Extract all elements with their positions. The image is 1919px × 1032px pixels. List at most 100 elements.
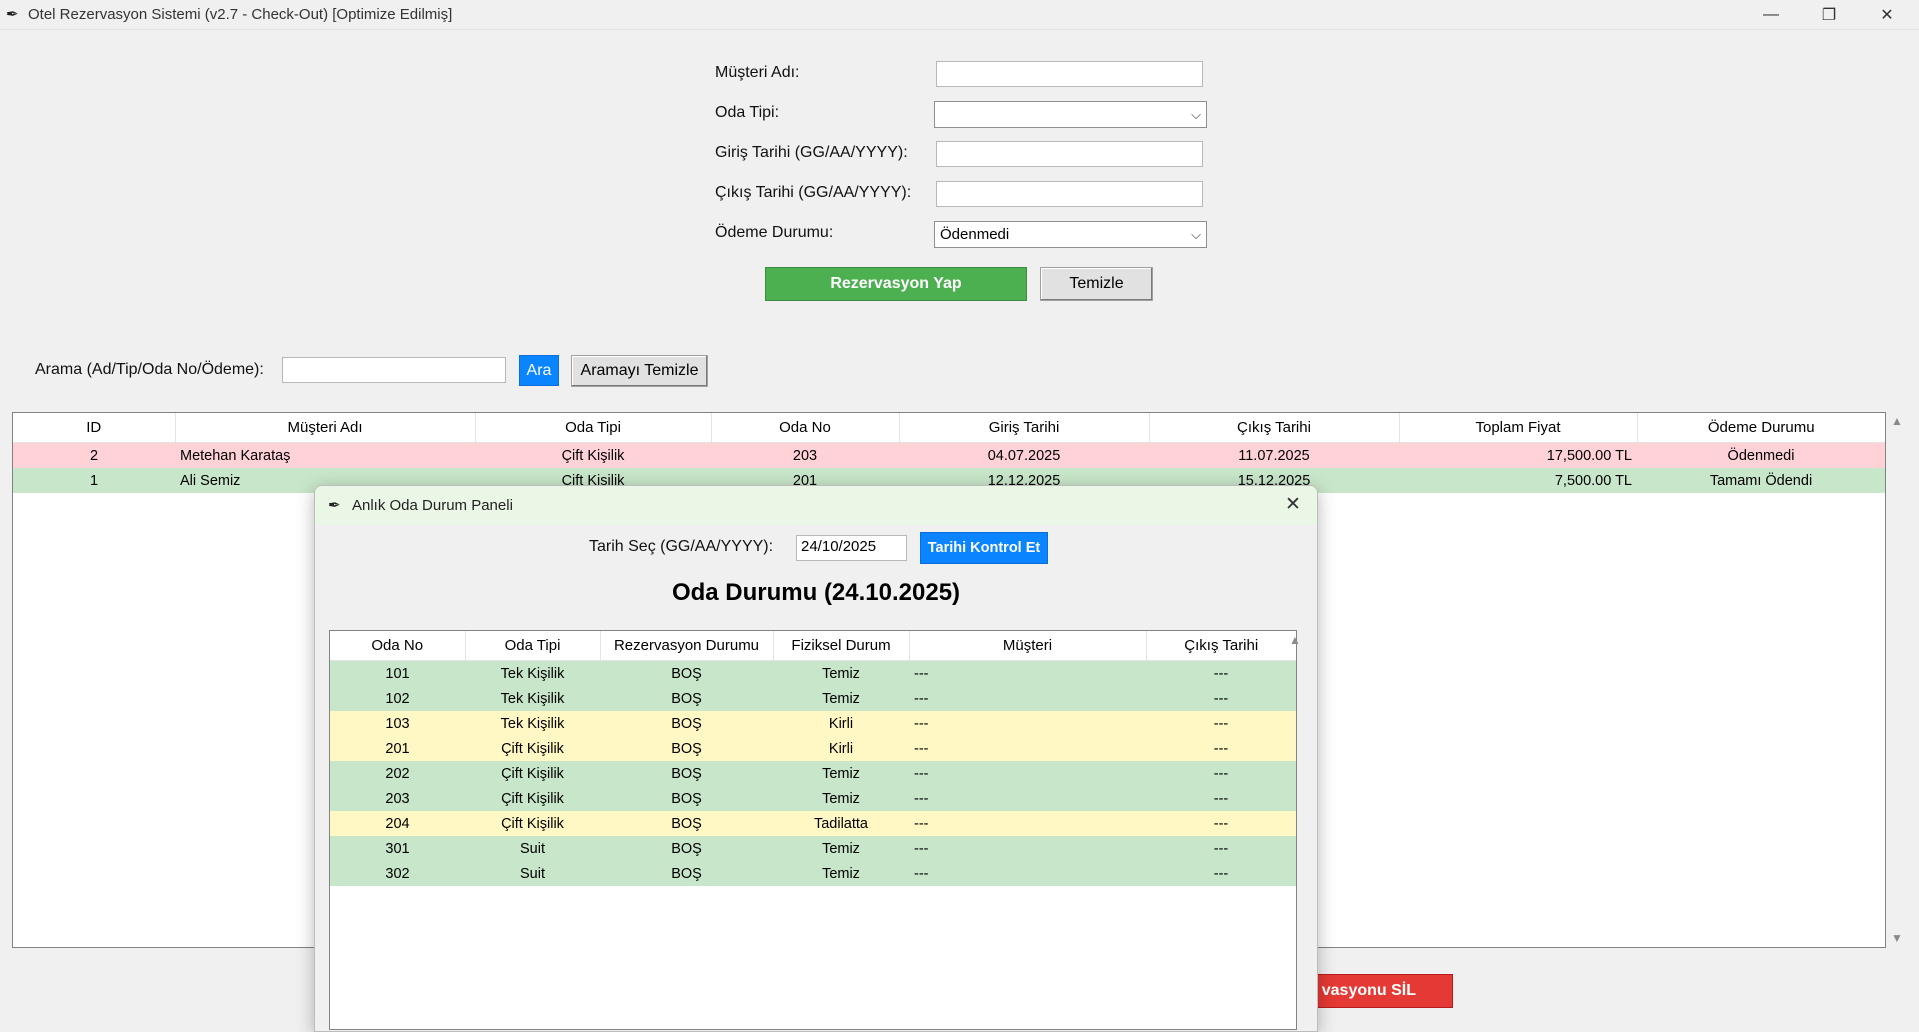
cell-checkout: --- [1213, 690, 1229, 707]
cell-room-no: 301 [385, 840, 410, 857]
room-status-row[interactable]: 204 Çift Kişilik BOŞ Tadilatta --- --- [330, 811, 1296, 836]
cell-physical-status: Temiz [822, 665, 860, 682]
dialog-close-icon[interactable]: ✕ [1285, 493, 1301, 516]
room-status-row[interactable]: 202 Çift Kişilik BOŞ Temiz --- --- [330, 761, 1296, 786]
cell-reservation-status: BOŞ [671, 715, 702, 732]
cell-reservation-status: BOŞ [671, 840, 702, 857]
column-header[interactable]: Müşteri Adı [175, 413, 476, 443]
cell-reservation-status: BOŞ [671, 665, 702, 682]
cell-room-type: Tek Kişilik [500, 715, 565, 732]
cell-room-type: Çift Kişilik [501, 815, 564, 832]
column-header[interactable]: Rezervasyon Durumu [600, 631, 774, 661]
room-status-table: Oda No Oda Tipi Rezervasyon Durumu Fizik… [330, 631, 1296, 886]
cell-customer: --- [914, 765, 929, 782]
cell-room-no: 102 [385, 690, 410, 707]
checkout-date-label: Çıkış Tarihi (GG/AA/YYYY): [715, 184, 912, 201]
minimize-button[interactable]: — [1742, 0, 1800, 29]
cell-reservation-status: BOŞ [671, 790, 702, 807]
room-status-row[interactable]: 302 Suit BOŞ Temiz --- --- [330, 861, 1296, 886]
cell-physical-status: Temiz [822, 765, 860, 782]
close-window-button[interactable]: ✕ [1858, 0, 1916, 29]
chevron-down-icon: ⌵ [1191, 106, 1201, 122]
column-header[interactable]: Ödeme Durumu [1637, 413, 1885, 443]
room-status-row[interactable]: 301 Suit BOŞ Temiz --- --- [330, 836, 1296, 861]
cell-physical-status: Kirli [828, 715, 854, 732]
column-header[interactable]: Çıkış Tarihi [1149, 413, 1400, 443]
dialog-titlebar: ✒ Anlık Oda Durum Paneli ✕ [315, 486, 1317, 525]
cell-checkout: --- [1213, 790, 1229, 807]
cell-customer: --- [914, 740, 929, 757]
room-status-dialog: ✒ Anlık Oda Durum Paneli ✕ Tarih Seç (GG… [314, 485, 1318, 1032]
room-status-table-frame: Oda No Oda Tipi Rezervasyon Durumu Fizik… [329, 630, 1297, 1030]
clear-form-button[interactable]: Temizle [1040, 267, 1153, 301]
cell-payment: Ödenmedi [1727, 447, 1795, 464]
cell-customer: --- [914, 790, 929, 807]
column-header[interactable]: Toplam Fiyat [1399, 413, 1638, 443]
search-button[interactable]: Ara [519, 355, 559, 386]
room-status-row[interactable]: 201 Çift Kişilik BOŞ Kirli --- --- [330, 736, 1296, 761]
column-header[interactable]: Oda No [711, 413, 900, 443]
scroll-up-arrow-icon[interactable]: ▲ [1289, 633, 1301, 647]
cell-room-type: Tek Kişilik [500, 665, 565, 682]
cell-customer: --- [914, 865, 929, 882]
column-header[interactable]: Oda Tipi [475, 413, 712, 443]
cell-room-no: 201 [385, 740, 410, 757]
cell-room-no: 203 [792, 447, 818, 464]
cell-checkin: 04.07.2025 [987, 447, 1061, 464]
maximize-button[interactable]: ❐ [1800, 0, 1858, 29]
cell-room-no: 204 [385, 815, 410, 832]
cell-room-type: Çift Kişilik [561, 447, 625, 464]
column-header[interactable]: Çıkış Tarihi [1146, 631, 1296, 661]
room-status-row[interactable]: 102 Tek Kişilik BOŞ Temiz --- --- [330, 686, 1296, 711]
room-type-select[interactable]: ⌵ [934, 101, 1207, 128]
scroll-down-arrow-icon[interactable]: ▼ [1891, 931, 1903, 945]
cell-checkout: --- [1213, 740, 1229, 757]
reservations-table: ID Müşteri Adı Oda Tipi Oda No Giriş Tar… [13, 413, 1885, 493]
cell-checkout: --- [1213, 815, 1229, 832]
reservation-row[interactable]: 2 Metehan Karataş Çift Kişilik 203 04.07… [13, 442, 1885, 468]
room-status-row[interactable]: 203 Çift Kişilik BOŞ Temiz --- --- [330, 786, 1296, 811]
room-status-row[interactable]: 103 Tek Kişilik BOŞ Kirli --- --- [330, 711, 1296, 736]
cell-physical-status: Kirli [828, 740, 854, 757]
panel-date-input[interactable]: 24/10/2025 [796, 535, 907, 561]
column-header[interactable]: Giriş Tarihi [899, 413, 1150, 443]
checkin-date-input[interactable] [936, 141, 1203, 167]
room-status-row[interactable]: 101 Tek Kişilik BOŞ Temiz --- --- [330, 660, 1296, 686]
scroll-up-arrow-icon[interactable]: ▲ [1891, 414, 1903, 428]
clear-search-button[interactable]: Aramayı Temizle [571, 355, 708, 387]
column-header[interactable]: ID [13, 413, 176, 443]
payment-status-value: Ödenmedi [940, 226, 1010, 243]
customer-name-input[interactable] [936, 61, 1203, 87]
room-type-label: Oda Tipi: [715, 104, 780, 121]
cell-customer: --- [914, 690, 929, 707]
cell-room-no: 202 [385, 765, 410, 782]
cell-reservation-status: BOŞ [671, 765, 702, 782]
cell-reservation-status: BOŞ [671, 815, 702, 832]
column-header[interactable]: Oda Tipi [465, 631, 601, 661]
checkout-date-input[interactable] [936, 181, 1203, 207]
cell-reservation-status: BOŞ [671, 690, 702, 707]
customer-name-label: Müşteri Adı: [715, 64, 800, 81]
cell-customer: --- [914, 715, 929, 732]
make-reservation-button[interactable]: Rezervasyon Yap [765, 267, 1027, 301]
column-header[interactable]: Müşteri [909, 631, 1147, 661]
reservations-header-row: ID Müşteri Adı Oda Tipi Oda No Giriş Tar… [13, 413, 1885, 443]
chevron-down-icon: ⌵ [1191, 226, 1201, 242]
cell-room-type: Çift Kişilik [501, 740, 564, 757]
feather-app-icon: ✒ [328, 497, 341, 514]
window-titlebar: ✒ Otel Rezervasyon Sistemi (v2.7 - Check… [0, 0, 1919, 30]
check-date-button[interactable]: Tarihi Kontrol Et [920, 532, 1048, 564]
cell-room-no: 203 [385, 790, 410, 807]
column-header[interactable]: Fiziksel Durum [773, 631, 910, 661]
checkin-date-label: Giriş Tarihi (GG/AA/YYYY): [715, 144, 908, 161]
cell-room-no: 101 [385, 665, 410, 682]
cell-customer: --- [914, 665, 929, 682]
payment-status-label: Ödeme Durumu: [715, 224, 834, 241]
column-header[interactable]: Oda No [330, 631, 466, 661]
cell-room-type: Suit [520, 840, 545, 857]
dialog-title: Anlık Oda Durum Paneli [352, 497, 513, 514]
search-input[interactable] [282, 357, 506, 383]
payment-status-select[interactable]: Ödenmedi ⌵ [934, 221, 1207, 248]
cell-customer: Metehan Karataş [180, 447, 291, 464]
cell-price: 17,500.00 TL [1546, 447, 1632, 464]
